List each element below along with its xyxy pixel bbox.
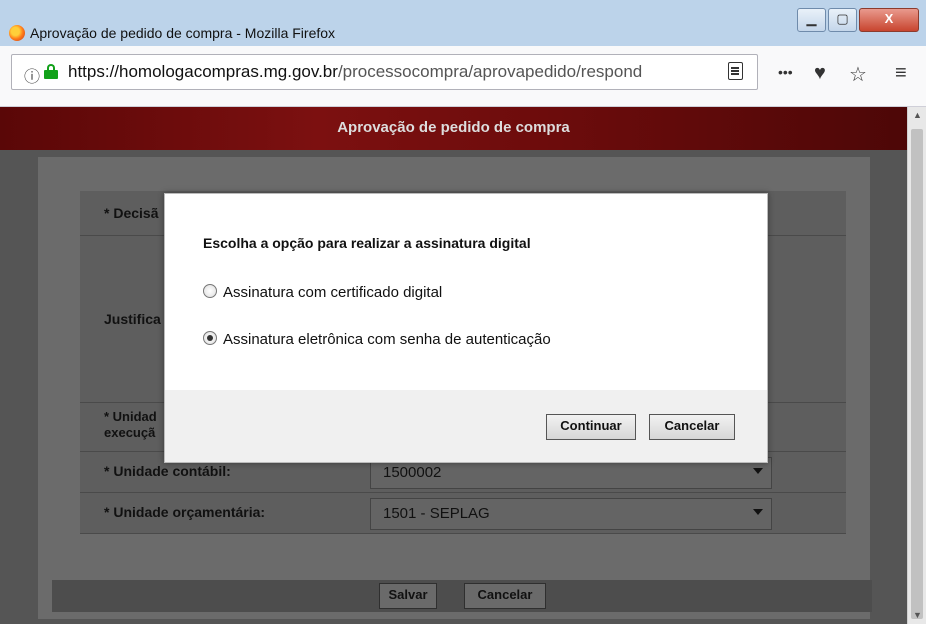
vertical-scrollbar[interactable]: ▲ ▼ <box>907 107 926 624</box>
form-actions-bar: Salvar Cancelar <box>52 580 872 612</box>
cancelar-dialog-button[interactable]: Cancelar <box>649 414 735 440</box>
page-banner: Aprovação de pedido de compra <box>0 107 907 150</box>
option-senha-autenticacao[interactable]: Assinatura eletrônica com senha de auten… <box>203 331 551 348</box>
continuar-button[interactable]: Continuar <box>546 414 636 440</box>
signature-dialog: Escolha a opção para realizar a assinatu… <box>164 193 768 463</box>
scroll-down-icon[interactable]: ▼ <box>913 610 922 620</box>
option-certificado-digital[interactable]: Assinatura com certificado digital <box>203 284 442 301</box>
cancelar-page-button[interactable]: Cancelar <box>464 583 546 609</box>
unidade-contabil-value: 1500002 <box>383 464 442 481</box>
lock-icon[interactable] <box>44 64 58 79</box>
unidade-orcamentaria-value: 1501 - SEPLAG <box>383 505 490 522</box>
unidade-execucao-label-2: execuçã <box>104 425 156 440</box>
browser-navbar: ⓘ https://homologacompras.mg.gov.br/proc… <box>0 46 926 107</box>
bookmark-star-icon[interactable]: ☆ <box>849 62 867 87</box>
radio-selected-icon[interactable] <box>203 331 217 345</box>
unidade-execucao-label: * Unidad <box>104 409 157 424</box>
url-bar[interactable]: ⓘ https://homologacompras.mg.gov.br/proc… <box>11 54 758 90</box>
more-actions-icon[interactable]: ••• <box>778 64 793 80</box>
scrollbar-thumb[interactable] <box>911 129 923 619</box>
url-text[interactable]: https://homologacompras.mg.gov.br/proces… <box>68 62 718 82</box>
unidade-orcamentaria-select[interactable]: 1501 - SEPLAG <box>370 498 772 530</box>
dialog-heading: Escolha a opção para realizar a assinatu… <box>203 235 531 251</box>
maximize-button[interactable]: ▢ <box>828 8 857 32</box>
hamburger-menu-icon[interactable]: ≡ <box>895 62 907 85</box>
unidade-orcamentaria-label: * Unidade orçamentária: <box>104 504 266 520</box>
firefox-icon <box>9 25 25 41</box>
site-info-icon[interactable]: ⓘ <box>24 63 40 87</box>
option-certificado-label: Assinatura com certificado digital <box>223 284 443 301</box>
reader-view-icon[interactable] <box>728 62 743 80</box>
justificativa-label: Justifica <box>104 311 161 327</box>
unidade-orcamentaria-row: * Unidade orçamentária: 1501 - SEPLAG <box>80 493 846 534</box>
option-senha-label: Assinatura eletrônica com senha de auten… <box>223 331 551 348</box>
close-window-button[interactable]: X <box>859 8 919 32</box>
pocket-icon[interactable]: ♥ <box>814 62 826 85</box>
window-title: Aprovação de pedido de compra - Mozilla … <box>30 25 336 41</box>
salvar-button[interactable]: Salvar <box>379 583 437 609</box>
chevron-down-icon <box>753 468 763 474</box>
chevron-down-icon <box>753 509 763 515</box>
page-title: Aprovação de pedido de compra <box>337 119 570 136</box>
minimize-button[interactable]: ▁ <box>797 8 826 32</box>
unidade-contabil-label: * Unidade contábil: <box>104 463 231 479</box>
scroll-up-icon[interactable]: ▲ <box>913 110 922 120</box>
decisao-label: * Decisã <box>104 205 159 221</box>
radio-unselected-icon[interactable] <box>203 284 217 298</box>
window-titlebar: Aprovação de pedido de compra - Mozilla … <box>0 0 926 46</box>
